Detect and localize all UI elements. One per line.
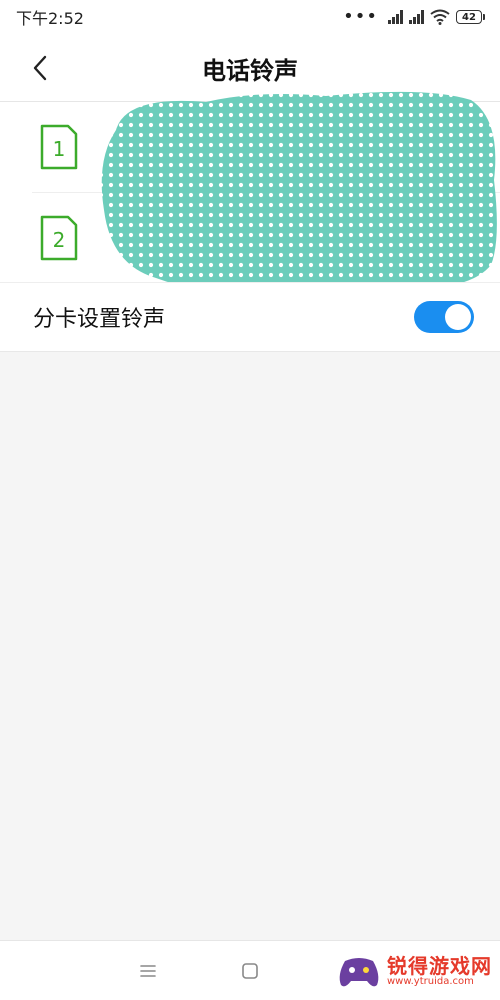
toggle-knob bbox=[445, 304, 471, 330]
dots-icon: ••• bbox=[343, 6, 378, 27]
watermark-url: www.ytruida.com bbox=[387, 976, 474, 988]
sim-number: 1 bbox=[53, 137, 66, 161]
separate-ringtone-row: 分卡设置铃声 bbox=[0, 282, 500, 352]
sim-number: 2 bbox=[53, 228, 66, 252]
watermark: 锐得游戏网 www.ytruida.com bbox=[337, 955, 492, 989]
status-icons: ••• 42 bbox=[343, 6, 485, 27]
page-title: 电话铃声 bbox=[202, 57, 298, 85]
battery-icon: 42 bbox=[456, 10, 485, 24]
wifi-icon bbox=[430, 9, 450, 25]
separate-ringtone-label: 分卡设置铃声 bbox=[33, 307, 166, 332]
signal-icon bbox=[388, 10, 403, 24]
header: 电话铃声 bbox=[0, 34, 500, 102]
watermark-title: 锐得游戏网 bbox=[387, 954, 492, 979]
home-icon bbox=[242, 963, 258, 979]
sim1-ringtone-row[interactable]: 1 bbox=[0, 102, 500, 192]
home-button[interactable] bbox=[238, 959, 262, 983]
menu-button[interactable] bbox=[136, 959, 160, 983]
sim2-ringtone-row[interactable]: 2 bbox=[32, 192, 500, 282]
battery-level: 42 bbox=[462, 11, 476, 23]
sim-card-icon: 2 bbox=[40, 215, 78, 260]
signal-icon bbox=[409, 10, 424, 24]
sim-card-icon: 1 bbox=[40, 124, 78, 170]
status-time: 下午2:52 bbox=[16, 9, 84, 28]
separate-ringtone-toggle[interactable] bbox=[414, 301, 474, 333]
watermark-text: 锐得游戏网 www.ytruida.com bbox=[387, 956, 492, 988]
gamepad-logo-icon bbox=[339, 958, 379, 987]
status-bar: 下午2:52 ••• 42 bbox=[0, 0, 500, 34]
sim-ringtone-list: 1 2 bbox=[0, 102, 500, 282]
menu-icon bbox=[140, 965, 156, 977]
